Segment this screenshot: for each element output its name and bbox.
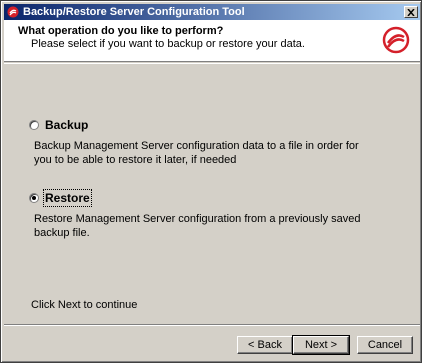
close-icon bbox=[407, 8, 415, 16]
restore-label[interactable]: Restore bbox=[43, 189, 92, 207]
brand-logo-icon bbox=[382, 26, 410, 54]
title-bar[interactable]: Backup/Restore Server Configuration Tool bbox=[4, 4, 420, 20]
header-title: What operation do you like to perform? bbox=[18, 25, 224, 37]
backup-description: Backup Management Server configuration d… bbox=[34, 140, 359, 166]
back-button[interactable]: < Back bbox=[237, 336, 293, 354]
wizard-header: What operation do you like to perform? P… bbox=[4, 20, 420, 62]
continue-hint: Click Next to continue bbox=[31, 299, 138, 311]
restore-radio[interactable] bbox=[29, 193, 39, 203]
backup-option[interactable]: Backup bbox=[29, 118, 88, 132]
header-divider bbox=[4, 63, 420, 64]
app-icon bbox=[6, 5, 20, 19]
restore-description: Restore Management Server configuration … bbox=[34, 213, 361, 239]
cancel-button[interactable]: Cancel bbox=[357, 336, 413, 354]
next-button[interactable]: Next > bbox=[292, 335, 350, 355]
backup-label[interactable]: Backup bbox=[45, 118, 88, 132]
backup-radio[interactable] bbox=[29, 120, 39, 130]
restore-option[interactable]: Restore bbox=[29, 189, 92, 207]
close-button[interactable] bbox=[404, 6, 418, 18]
header-subtitle: Please select if you want to backup or r… bbox=[31, 38, 305, 50]
button-divider bbox=[4, 324, 420, 326]
window-title: Backup/Restore Server Configuration Tool bbox=[23, 6, 245, 18]
dialog-window: Backup/Restore Server Configuration Tool… bbox=[0, 0, 422, 363]
